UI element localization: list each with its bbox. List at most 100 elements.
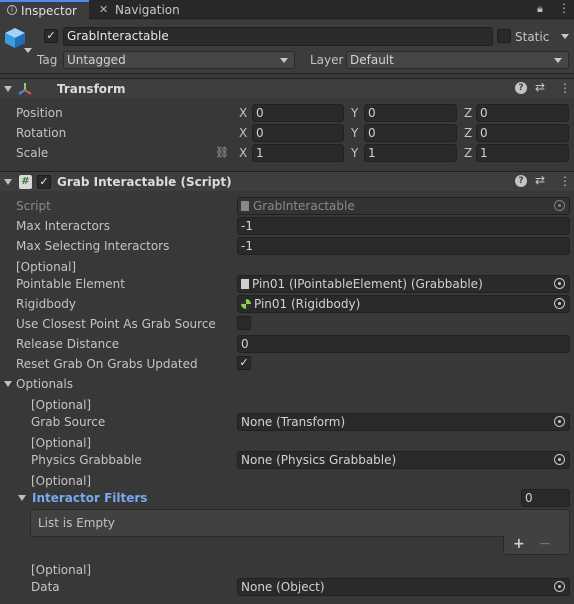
kebab-menu-icon[interactable]: ⋮ — [558, 1, 570, 15]
max-interactors-field[interactable]: -1 — [237, 217, 570, 235]
fold-arrow-icon — [4, 179, 12, 185]
optional-tag: [Optional] — [31, 398, 92, 412]
tag-value: Untagged — [67, 53, 126, 67]
tag-dropdown[interactable]: Untagged — [63, 51, 295, 69]
rotation-y-field[interactable]: 0 — [364, 124, 457, 142]
grab-source-label: Grab Source — [31, 415, 106, 429]
pointable-element-field[interactable]: Pin01 (IPointableElement) (Grabbable) — [237, 275, 570, 293]
component-enabled-checkbox[interactable]: ✓ — [37, 175, 51, 189]
remove-list-item-button[interactable]: − — [539, 536, 551, 552]
info-icon: i — [7, 5, 17, 15]
rotation-z-field[interactable]: 0 — [476, 124, 569, 142]
interactor-filters-list: List is Empty — [30, 509, 570, 537]
layer-value: Default — [350, 53, 394, 67]
axis-x-label: X — [239, 146, 248, 160]
data-value: None (Object) — [241, 580, 325, 594]
optionals-fold-arrow-icon[interactable] — [4, 381, 12, 387]
add-list-item-button[interactable]: + — [513, 536, 525, 552]
preset-icon[interactable]: ⇄ — [535, 173, 545, 187]
component-menu-icon[interactable]: ⋮ — [559, 81, 571, 95]
fold-arrow-icon — [4, 86, 12, 92]
data-field[interactable]: None (Object) — [237, 578, 570, 596]
component-title: Grab Interactable (Script) — [57, 175, 232, 189]
grab-interactable-header[interactable]: # ✓ Grab Interactable (Script) ? ⇄ ⋮ — [0, 171, 574, 191]
interactor-filters-fold-arrow-icon[interactable] — [18, 495, 26, 501]
max-selecting-label: Max Selecting Interactors — [16, 239, 170, 253]
axis-y-label: Y — [351, 106, 359, 120]
list-empty-label: List is Empty — [38, 516, 115, 530]
axis-y-label: Y — [351, 126, 359, 140]
navigation-icon: ✕ — [99, 3, 109, 16]
list-footer: + − — [503, 536, 570, 555]
physics-grabbable-field[interactable]: None (Physics Grabbable) — [237, 451, 570, 469]
scale-z-field[interactable]: 1 — [476, 144, 569, 162]
transform-icon — [17, 81, 33, 97]
constrain-proportions-icon[interactable]: ⛓︎ — [215, 146, 229, 159]
data-label: Data — [31, 580, 60, 594]
help-icon[interactable]: ? — [515, 175, 527, 187]
optional-tag: [Optional] — [31, 474, 92, 488]
icon-dropdown-arrow[interactable] — [24, 48, 32, 53]
scale-x-field[interactable]: 1 — [252, 144, 344, 162]
position-y-field[interactable]: 0 — [364, 104, 457, 122]
static-dropdown-arrow[interactable] — [561, 34, 569, 39]
reset-grab-label: Reset Grab On Grabs Updated — [16, 357, 198, 371]
component-menu-icon[interactable]: ⋮ — [559, 174, 571, 188]
scale-label: Scale — [16, 146, 49, 160]
object-picker-icon[interactable] — [554, 278, 565, 289]
chevron-down-icon — [280, 58, 288, 63]
axis-x-label: X — [239, 126, 248, 140]
axis-z-label: Z — [464, 106, 473, 120]
position-x-field[interactable]: 0 — [252, 104, 344, 122]
interactor-filters-label[interactable]: Interactor Filters — [32, 491, 147, 505]
axis-z-label: Z — [464, 146, 473, 160]
object-picker-icon[interactable] — [554, 416, 565, 427]
object-picker-icon[interactable] — [554, 454, 565, 465]
tag-label: Tag — [37, 53, 58, 67]
optional-tag: [Optional] — [31, 563, 92, 577]
reset-grab-checkbox[interactable]: ✓ — [237, 356, 251, 370]
tab-navigation[interactable]: ✕ Navigation — [89, 0, 189, 19]
script-file-icon — [241, 279, 249, 289]
chevron-down-icon — [554, 58, 562, 63]
max-interactors-label: Max Interactors — [16, 219, 110, 233]
preset-icon[interactable]: ⇄ — [535, 80, 545, 94]
rigidbody-value: Pin01 (Rigidbody) — [254, 297, 361, 311]
max-selecting-field[interactable]: -1 — [237, 237, 570, 255]
tab-inspector[interactable]: i Inspector — [0, 0, 89, 20]
active-checkbox[interactable]: ✓ — [44, 29, 58, 43]
script-value: GrabInteractable — [253, 199, 355, 213]
layer-label: Layer — [310, 53, 344, 67]
closest-point-checkbox[interactable] — [237, 316, 251, 330]
script-file-icon — [241, 201, 249, 211]
script-label: Script — [16, 199, 51, 213]
static-checkbox[interactable] — [497, 29, 511, 43]
gameobject-cube-icon[interactable] — [4, 27, 26, 49]
interactor-filters-count-field[interactable]: 0 — [521, 489, 570, 507]
release-distance-field[interactable]: 0 — [237, 335, 570, 353]
layer-dropdown[interactable]: Default — [346, 51, 569, 69]
rigidbody-label: Rigidbody — [16, 297, 76, 311]
pointable-element-label: Pointable Element — [16, 277, 125, 291]
help-icon[interactable]: ? — [515, 82, 527, 94]
rotation-x-field[interactable]: 0 — [252, 124, 344, 142]
transform-title: Transform — [57, 82, 126, 96]
optional-tag: [Optional] — [31, 436, 92, 450]
grab-source-field[interactable]: None (Transform) — [237, 413, 570, 431]
grab-source-value: None (Transform) — [241, 415, 346, 429]
rigidbody-field[interactable]: Pin01 (Rigidbody) — [237, 295, 570, 313]
object-name-field[interactable]: GrabInteractable — [63, 27, 493, 46]
axis-y-label: Y — [351, 146, 359, 160]
lock-icon[interactable]: 🔒︎ — [537, 2, 543, 16]
release-distance-label: Release Distance — [16, 337, 120, 351]
object-picker-icon[interactable] — [554, 298, 565, 309]
closest-point-label: Use Closest Point As Grab Source — [16, 317, 216, 331]
optional-tag: [Optional] — [16, 260, 77, 274]
tab-inspector-label: Inspector — [21, 4, 77, 18]
object-picker-icon[interactable] — [554, 581, 565, 592]
position-z-field[interactable]: 0 — [476, 104, 569, 122]
static-label: Static — [515, 30, 550, 44]
optionals-label[interactable]: Optionals — [16, 377, 73, 391]
transform-header[interactable]: Transform ? ⇄ ⋮ — [0, 78, 574, 98]
scale-y-field[interactable]: 1 — [364, 144, 457, 162]
